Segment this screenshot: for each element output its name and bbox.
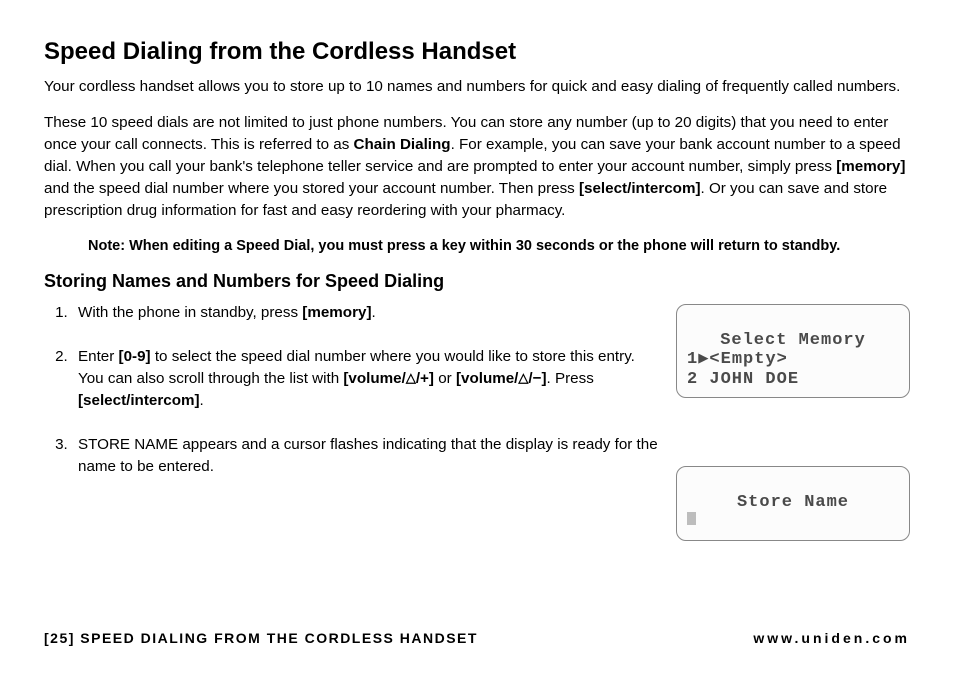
step-1b-text: . (372, 304, 376, 321)
volume-down-key-label: [volume/△/−] (456, 370, 547, 387)
step-3: STORE NAME appears and a cursor flashes … (72, 434, 660, 478)
note-block: Note: When editing a Speed Dial, you mus… (88, 236, 910, 257)
footer-left: [25] SPEED DIALING FROM THE CORDLESS HAN… (44, 630, 478, 646)
select-intercom-key-label: [select/intercom] (579, 180, 701, 197)
zero-nine-key-label: [0-9] (119, 348, 151, 365)
step-2c-text: or (434, 370, 456, 387)
steps-list: With the phone in standby, press [memory… (44, 302, 660, 500)
ring-up-icon: △ (406, 371, 416, 384)
select-intercom-key-label-2: [select/intercom] (78, 392, 200, 409)
footer-url: www.uniden.com (753, 630, 910, 646)
lcd2-line1: Store Name (687, 493, 899, 513)
page-number: [25] (44, 630, 75, 646)
subsection-title: Storing Names and Numbers for Speed Dial… (44, 271, 910, 292)
step-1: With the phone in standby, press [memory… (72, 302, 660, 324)
page-title: Speed Dialing from the Cordless Handset (44, 38, 910, 66)
footer-section: SPEED DIALING FROM THE CORDLESS HANDSET (80, 630, 478, 646)
lcd2-cursor-line (687, 512, 899, 532)
lcd1-line1: Select Memory (687, 331, 899, 351)
cursor-icon (687, 512, 696, 525)
step-2: Enter [0-9] to select the speed dial num… (72, 346, 660, 412)
lcd-select-memory: Select Memory1▶<Empty>2 JOHN DOE (676, 304, 910, 398)
step-2a-text: Enter (78, 348, 119, 365)
step-2d-text: . Press (547, 370, 594, 387)
page-footer: [25] SPEED DIALING FROM THE CORDLESS HAN… (44, 630, 910, 646)
intro-paragraph-2: These 10 speed dials are not limited to … (44, 112, 910, 222)
memory-key-label: [memory] (836, 158, 905, 175)
lcd-store-name: Store Name (676, 466, 910, 541)
lcd1-line2: 1▶<Empty> (687, 350, 899, 370)
ring-down-icon: △ (518, 371, 528, 384)
memory-key-label-2: [memory] (302, 304, 371, 321)
step-1a-text: With the phone in standby, press (78, 304, 302, 321)
chain-dialing-term: Chain Dialing (354, 136, 451, 153)
volume-up-key-label: [volume/△/+] (343, 370, 434, 387)
intro-paragraph-1: Your cordless handset allows you to stor… (44, 76, 910, 98)
step-2e-text: . (200, 392, 204, 409)
intro-2c-text: and the speed dial number where you stor… (44, 180, 579, 197)
lcd1-line3: 2 JOHN DOE (687, 370, 899, 390)
